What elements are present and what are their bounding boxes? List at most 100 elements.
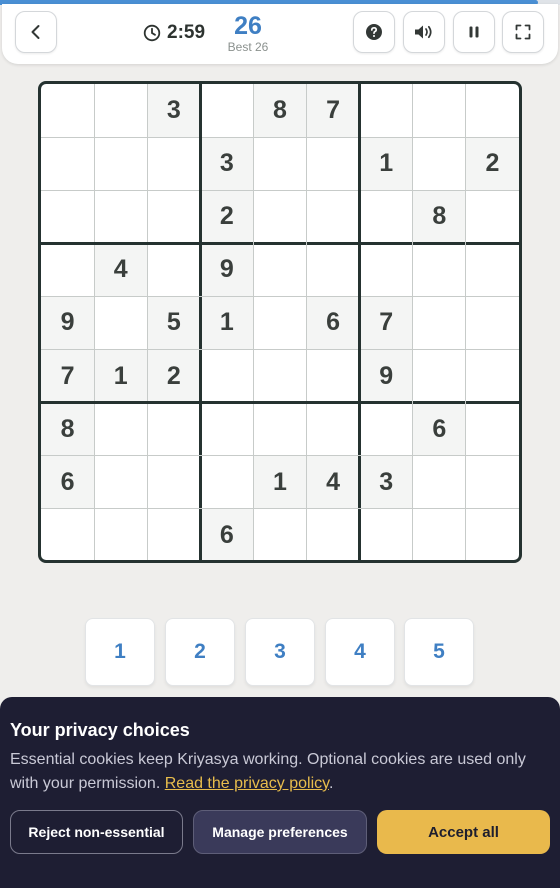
grid-line-horizontal [41, 349, 519, 351]
sudoku-cell[interactable] [41, 137, 94, 190]
sudoku-cell[interactable] [94, 190, 147, 243]
sudoku-cell[interactable]: 9 [359, 349, 413, 403]
sudoku-cell[interactable] [253, 190, 306, 243]
sudoku-cell[interactable]: 6 [412, 402, 466, 456]
fullscreen-button[interactable] [502, 11, 544, 53]
privacy-policy-link[interactable]: Read the privacy policy [165, 775, 329, 792]
sudoku-cell[interactable] [307, 403, 360, 456]
sudoku-cell[interactable] [413, 509, 466, 560]
sudoku-cell[interactable] [253, 403, 306, 456]
sudoku-cell[interactable] [94, 137, 147, 190]
sudoku-cell[interactable] [307, 350, 360, 403]
sudoku-cell[interactable]: 1 [359, 137, 413, 191]
sudoku-cell[interactable] [41, 84, 94, 137]
sudoku-cell[interactable] [307, 190, 360, 243]
sudoku-cell[interactable]: 2 [465, 137, 519, 191]
sudoku-cell[interactable] [253, 137, 306, 190]
sound-button[interactable] [403, 11, 445, 53]
sudoku-cell[interactable]: 2 [147, 349, 201, 403]
numpad-button-5[interactable]: 5 [404, 618, 474, 686]
numpad-button-4[interactable]: 4 [325, 618, 395, 686]
numpad-button-1[interactable]: 1 [85, 618, 155, 686]
sudoku-cell[interactable] [253, 350, 306, 403]
sudoku-cell[interactable] [147, 509, 200, 560]
sudoku-cell[interactable] [413, 243, 466, 296]
sudoku-cell[interactable] [94, 403, 147, 456]
sudoku-cell[interactable] [200, 84, 253, 137]
sudoku-cell[interactable]: 5 [147, 296, 201, 350]
sudoku-cell[interactable] [360, 243, 413, 296]
sudoku-cell[interactable] [147, 190, 200, 243]
sudoku-cell[interactable]: 4 [94, 243, 148, 297]
numpad-button-2[interactable]: 2 [165, 618, 235, 686]
sudoku-cell[interactable] [253, 243, 306, 296]
sudoku-cell[interactable] [147, 137, 200, 190]
sudoku-cell[interactable]: 1 [200, 296, 254, 350]
sudoku-cell[interactable] [147, 403, 200, 456]
sudoku-cell[interactable]: 8 [412, 190, 466, 244]
sudoku-cell[interactable]: 9 [200, 243, 254, 297]
sudoku-cell[interactable]: 2 [200, 190, 254, 244]
sudoku-cell[interactable]: 3 [359, 455, 413, 509]
sudoku-cell[interactable] [413, 456, 466, 509]
sudoku-cell[interactable] [253, 509, 306, 560]
sudoku-cell[interactable] [466, 296, 519, 349]
sudoku-cell[interactable] [307, 243, 360, 296]
sudoku-cell[interactable] [413, 137, 466, 190]
clock-icon [143, 24, 161, 42]
box-divider-vertical [198, 84, 202, 560]
sudoku-cell[interactable] [94, 509, 147, 560]
sudoku-cell[interactable]: 3 [200, 137, 254, 191]
sudoku-cell[interactable] [413, 350, 466, 403]
sudoku-cell[interactable] [41, 509, 94, 560]
sudoku-cell[interactable]: 1 [94, 349, 148, 403]
sudoku-cell[interactable] [466, 456, 519, 509]
accept-all-button[interactable]: Accept all [377, 810, 550, 854]
sudoku-cell[interactable] [41, 243, 94, 296]
sudoku-cell[interactable]: 7 [306, 84, 360, 138]
sudoku-cell[interactable] [307, 137, 360, 190]
sudoku-cell[interactable]: 4 [306, 455, 360, 509]
back-button[interactable] [15, 11, 57, 53]
sudoku-cell[interactable]: 8 [41, 402, 95, 456]
sudoku-cell[interactable] [466, 243, 519, 296]
sudoku-cell[interactable]: 7 [41, 349, 95, 403]
sudoku-cell[interactable] [360, 84, 413, 137]
sudoku-cell[interactable] [41, 190, 94, 243]
sudoku-cell[interactable] [360, 190, 413, 243]
sudoku-cell[interactable] [94, 296, 147, 349]
reject-non-essential-button[interactable]: Reject non-essential [10, 810, 183, 854]
sudoku-cell[interactable] [360, 403, 413, 456]
sudoku-cell[interactable]: 7 [359, 296, 413, 350]
sudoku-cell[interactable]: 8 [253, 84, 307, 138]
sudoku-cell[interactable]: 1 [253, 455, 307, 509]
numpad-button-3[interactable]: 3 [245, 618, 315, 686]
sudoku-cell[interactable]: 6 [41, 455, 95, 509]
sudoku-cell[interactable] [466, 350, 519, 403]
sudoku-cell[interactable] [466, 84, 519, 137]
sudoku-cell[interactable]: 3 [147, 84, 201, 138]
sudoku-cell[interactable] [94, 84, 147, 137]
pause-button[interactable] [453, 11, 495, 53]
sudoku-cell[interactable] [94, 456, 147, 509]
sudoku-cell[interactable]: 6 [200, 508, 254, 560]
sudoku-cell[interactable] [200, 350, 253, 403]
sudoku-cell[interactable] [147, 243, 200, 296]
sudoku-cell[interactable] [307, 509, 360, 560]
sudoku-cell[interactable] [413, 296, 466, 349]
sudoku-cell[interactable] [147, 456, 200, 509]
sudoku-cell[interactable] [200, 456, 253, 509]
sudoku-cell[interactable] [253, 296, 306, 349]
grid-line-vertical [412, 84, 414, 560]
help-button[interactable] [353, 11, 395, 53]
sudoku-cell[interactable] [200, 403, 253, 456]
sudoku-cell[interactable]: 6 [306, 296, 360, 350]
sudoku-cell[interactable] [360, 509, 413, 560]
score-value: 26 [234, 12, 262, 40]
manage-preferences-button[interactable]: Manage preferences [193, 810, 367, 854]
sudoku-cell[interactable] [413, 84, 466, 137]
sudoku-cell[interactable] [466, 403, 519, 456]
sudoku-cell[interactable] [466, 509, 519, 560]
sudoku-cell[interactable] [466, 190, 519, 243]
sudoku-cell[interactable]: 9 [41, 296, 95, 350]
